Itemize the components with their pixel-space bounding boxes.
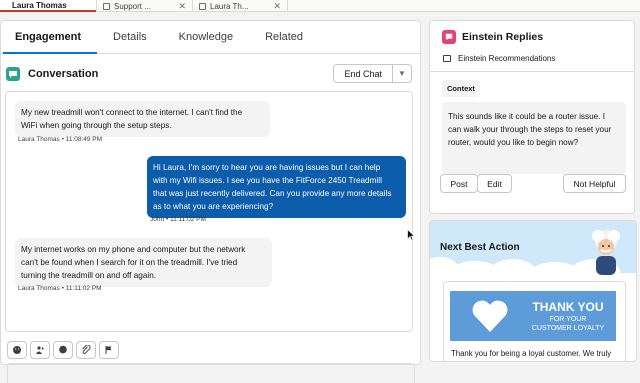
end-chat-button[interactable]: End Chat xyxy=(334,65,393,82)
tab-label: Support ... xyxy=(114,1,151,11)
message-line: WiFi when going through the setup steps. xyxy=(21,121,172,130)
tab-label: Laura Thomas xyxy=(12,0,67,10)
context-label: Context xyxy=(442,80,480,97)
einstein-mascot-icon xyxy=(592,230,620,275)
next-best-action-card: Next Best Action THANK YOU FOR YOUR CUST… xyxy=(429,220,637,362)
message-line: as to what you are experiencing? xyxy=(153,202,274,211)
record-subtabs: Engagement Details Knowledge Related xyxy=(1,21,420,54)
chat-toolbar xyxy=(7,341,119,359)
person-transfer-icon xyxy=(36,346,44,354)
agent-message: Hi Laura, I'm sorry to hear you are havi… xyxy=(147,156,406,218)
tab-support[interactable]: Support ... ✕ xyxy=(96,0,192,12)
message-line: that was just recently delivered. Can yo… xyxy=(153,189,392,198)
tab-related[interactable]: Related xyxy=(265,21,303,53)
message-line: with my Wifi issues. I see you have the … xyxy=(153,176,382,185)
einstein-header: Einstein Replies xyxy=(442,30,543,44)
einstein-icon xyxy=(442,30,456,44)
suggested-reply: This sounds like it could be a router is… xyxy=(442,102,626,174)
tab-engagement[interactable]: Engagement xyxy=(2,21,98,54)
customer-message: My internet works on my phone and comput… xyxy=(15,238,272,287)
message-meta: Laura Thomas • 11:08:49 PM xyxy=(18,136,103,143)
customer-message: My new treadmill won't connect to the in… xyxy=(15,101,270,137)
einstein-subtitle: Einstein Recommendations xyxy=(443,54,555,63)
recommendation-icon xyxy=(443,55,451,62)
post-button[interactable]: Post xyxy=(440,174,478,193)
flag-button[interactable] xyxy=(99,341,119,359)
transfer-button[interactable] xyxy=(30,341,50,359)
close-icon[interactable]: ✕ xyxy=(273,1,281,12)
message-meta: John • 11:11:02 PM xyxy=(150,216,206,223)
not-helpful-button[interactable]: Not Helpful xyxy=(563,174,626,193)
flag-icon xyxy=(105,346,112,354)
engagement-panel: Engagement Details Knowledge Related Con… xyxy=(0,20,421,383)
message-composer[interactable] xyxy=(7,363,415,383)
tab-laura-th[interactable]: Laura Th... ✕ xyxy=(192,0,288,12)
banner-subtitle-line: FOR YOUR xyxy=(549,316,587,323)
reply-line: router, would you like to begin now? xyxy=(448,138,579,147)
message-line: turning the treadmill on and off again. xyxy=(21,271,157,280)
divider xyxy=(430,71,634,72)
attach-button[interactable] xyxy=(76,341,96,359)
banner-subtitle-line: CUSTOMER LOYALTY xyxy=(531,325,605,332)
thank-you-banner: THANK YOU FOR YOUR CUSTOMER LOYALTY xyxy=(450,291,616,341)
message-line: My internet works on my phone and comput… xyxy=(21,245,246,254)
chevron-down-icon[interactable]: ▼ xyxy=(393,65,411,82)
conversation-header: Conversation End Chat ▼ xyxy=(5,62,417,86)
edit-button[interactable]: Edit xyxy=(477,174,512,193)
contact-icon xyxy=(199,2,206,10)
reply-line: This sounds like it could be a router is… xyxy=(448,112,606,121)
quick-text-button[interactable] xyxy=(53,341,73,359)
chat-icon xyxy=(6,67,20,81)
end-chat-button-group: End Chat ▼ xyxy=(333,64,412,83)
heart-icon xyxy=(472,300,508,332)
message-meta: Laura Thomas • 11:11:02 PM xyxy=(18,285,102,292)
paperclip-icon xyxy=(82,345,91,354)
chat-bubble-icon xyxy=(59,345,67,354)
nba-title: Next Best Action xyxy=(440,242,520,253)
reply-line: can walk your through the steps to reset… xyxy=(448,125,612,134)
mouse-cursor-icon xyxy=(407,229,415,241)
message-line: Hi Laura, I'm sorry to hear you are havi… xyxy=(153,163,381,172)
case-icon xyxy=(103,2,110,10)
message-line: can't be found when I search for it on t… xyxy=(21,258,238,267)
tab-knowledge[interactable]: Knowledge xyxy=(179,21,233,53)
smiley-icon xyxy=(13,346,21,354)
emoji-button[interactable] xyxy=(7,341,27,359)
conversation-title: Conversation xyxy=(28,68,99,80)
tab-label: Laura Th... xyxy=(210,1,249,11)
banner-title: THANK YOU xyxy=(532,300,604,314)
einstein-subtitle-text: Einstein Recommendations xyxy=(458,54,556,63)
close-icon[interactable]: ✕ xyxy=(178,1,186,12)
workspace-tab-bar: Laura Thomas Support ... ✕ Laura Th... ✕ xyxy=(0,0,640,12)
message-line: My new treadmill won't connect to the in… xyxy=(21,108,243,117)
banner-subtitle: FOR YOUR CUSTOMER LOYALTY xyxy=(523,315,613,333)
offer-description: Thank you for being a loyal customer. We… xyxy=(451,349,612,358)
tab-laura-thomas[interactable]: Laura Thomas xyxy=(0,0,96,12)
chat-transcript[interactable]: My new treadmill won't connect to the in… xyxy=(5,91,413,332)
einstein-title: Einstein Replies xyxy=(462,31,544,43)
einstein-replies-card: Einstein Replies Einstein Recommendation… xyxy=(429,20,635,214)
tab-details[interactable]: Details xyxy=(113,21,147,53)
